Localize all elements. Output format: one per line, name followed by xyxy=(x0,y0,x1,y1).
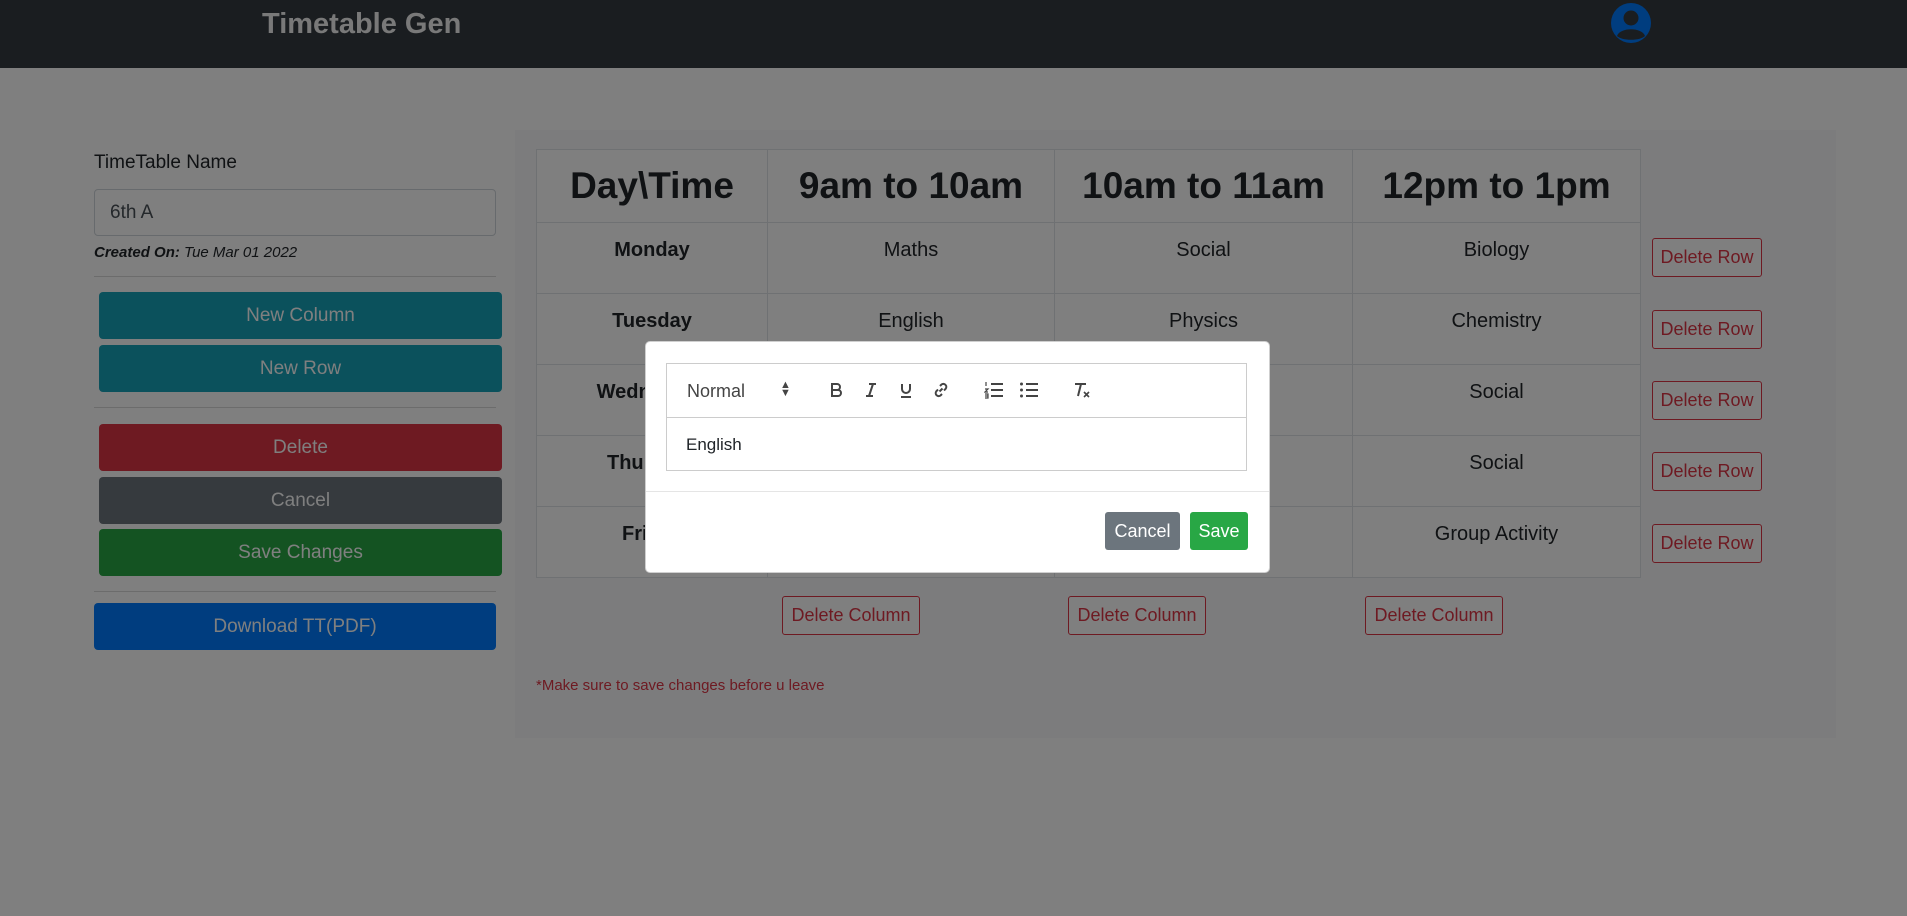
modal-save-button[interactable]: Save xyxy=(1190,512,1248,550)
editor-content[interactable]: English xyxy=(686,435,742,455)
italic-icon[interactable] xyxy=(859,378,883,402)
rich-text-editor: Normal ▲ ▼ English xyxy=(666,363,1247,471)
format-select[interactable]: Normal xyxy=(687,381,745,402)
select-arrows-icon: ▲ ▼ xyxy=(780,379,791,399)
modal-divider xyxy=(646,491,1269,492)
bold-icon[interactable] xyxy=(824,378,848,402)
bullet-list-icon[interactable] xyxy=(1017,378,1041,402)
link-icon[interactable] xyxy=(929,378,953,402)
edit-cell-modal: Normal ▲ ▼ English Cancel Save xyxy=(645,341,1270,573)
clear-format-icon[interactable] xyxy=(1070,378,1094,402)
modal-cancel-button[interactable]: Cancel xyxy=(1105,512,1180,550)
underline-icon[interactable] xyxy=(894,378,918,402)
editor-toolbar: Normal ▲ ▼ xyxy=(667,364,1246,418)
ordered-list-icon[interactable] xyxy=(982,378,1006,402)
